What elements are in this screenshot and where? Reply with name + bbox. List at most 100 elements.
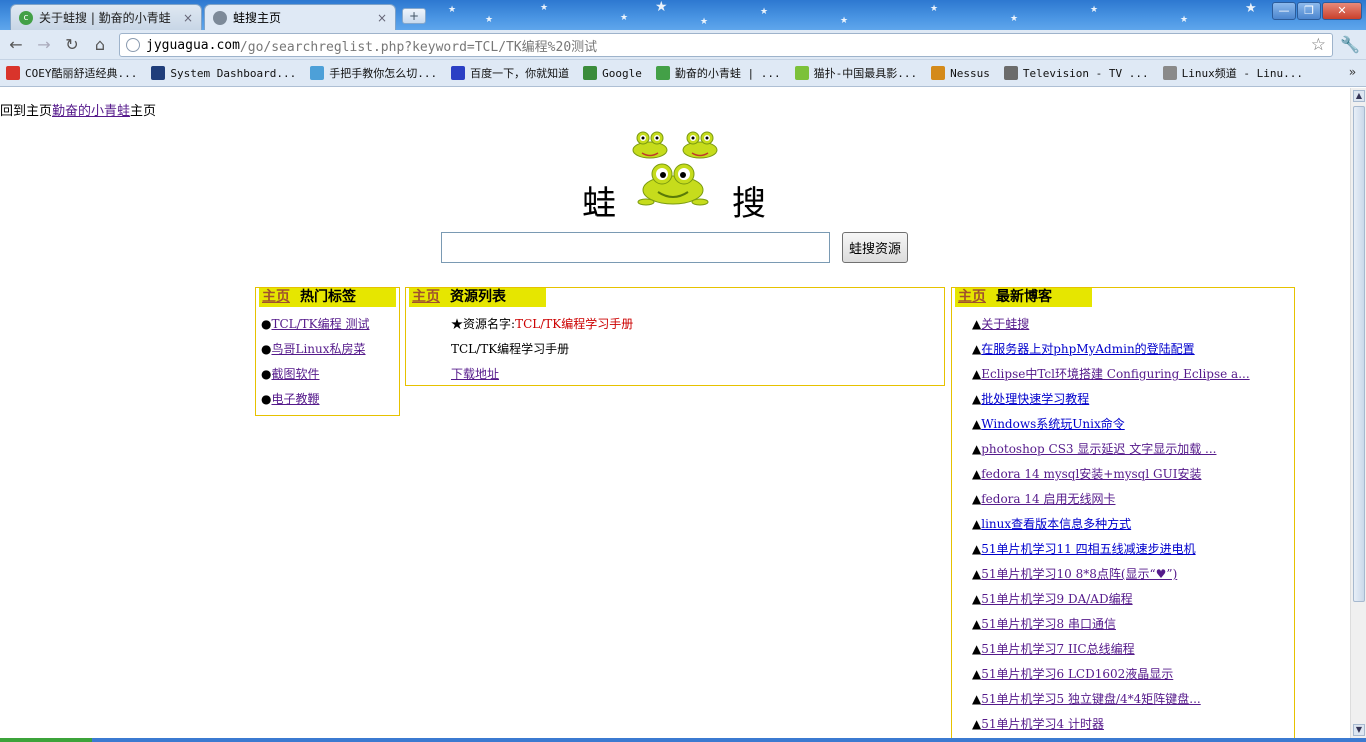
list-item: ▲关于蛙搜: [972, 315, 1029, 332]
forward-button[interactable]: →: [33, 35, 55, 55]
blog-post-link[interactable]: 51单片机学习10 8*8点阵(显示“♥”): [981, 567, 1177, 581]
panel-home-link[interactable]: 主页: [958, 289, 986, 305]
list-item: ▲在服务器上对phpMyAdmin的登陆配置: [972, 340, 1195, 357]
panel-header: 主页 最新博客: [955, 288, 1092, 307]
minimize-button[interactable]: —: [1272, 2, 1296, 20]
home-button[interactable]: ⌂: [89, 35, 111, 55]
search-button[interactable]: 蛙搜资源: [842, 232, 908, 263]
decor-star: ★: [1090, 5, 1099, 15]
decor-star: ★: [930, 4, 939, 14]
hot-tag-link[interactable]: TCL/TK编程 测试: [271, 317, 369, 331]
frog-favicon-icon: c: [19, 10, 33, 25]
blog-post-link[interactable]: 51单片机学习6 LCD1602液晶显示: [981, 667, 1173, 681]
bookmark-item[interactable]: 手把手教你怎么切...: [310, 65, 437, 81]
resource-name-label: 资源名字:: [463, 317, 516, 331]
decor-star: ★: [448, 5, 457, 15]
hot-tag-link[interactable]: 电子教鞭: [271, 392, 319, 406]
bookmarks-overflow-button[interactable]: »: [1349, 65, 1356, 79]
restore-button[interactable]: ❐: [1297, 2, 1321, 20]
triangle-bullet-icon: ▲: [972, 642, 982, 656]
bookmark-item[interactable]: 百度一下，你就知道: [451, 65, 569, 81]
decor-star: ★: [620, 13, 629, 23]
triangle-bullet-icon: ▲: [972, 692, 982, 706]
bookmark-favicon-icon: [655, 66, 670, 80]
list-item: ▲批处理快速学习教程: [972, 390, 1089, 407]
list-item: ▲51单片机学习9 DA/AD编程: [972, 590, 1133, 607]
bookmark-favicon-icon: [583, 66, 598, 80]
bookmark-item[interactable]: Television - TV ...: [1003, 66, 1149, 80]
blog-post-link[interactable]: fedora 14 启用无线网卡: [981, 492, 1115, 506]
resource-name-value: TCL/TK编程学习手册: [515, 317, 634, 331]
decor-star: ★: [840, 16, 849, 26]
scroll-down-icon[interactable]: ▼: [1353, 724, 1365, 736]
triangle-bullet-icon: ▲: [972, 317, 982, 331]
blog-post-link[interactable]: 在服务器上对phpMyAdmin的登陆配置: [981, 342, 1194, 356]
blog-post-link[interactable]: Eclipse中Tcl环境搭建 Configuring Eclipse a...: [981, 367, 1249, 381]
scroll-up-icon[interactable]: ▲: [1353, 90, 1365, 102]
resource-description: TCL/TK编程学习手册: [451, 342, 570, 356]
bookmark-item[interactable]: COEY酷丽舒适经典...: [6, 65, 137, 81]
bullet-icon: ●: [261, 367, 272, 381]
bookmark-item[interactable]: 勤奋的小青蛙 | ...: [655, 65, 781, 81]
blog-post-link[interactable]: 51单片机学习11 四相五线减速步进电机: [981, 542, 1195, 556]
browser-toolbar: ← → ↻ ⌂ jyguagua.com /go/searchreglist.p…: [0, 30, 1366, 60]
blog-post-link[interactable]: 关于蛙搜: [981, 317, 1029, 331]
bullet-icon: ●: [261, 392, 272, 406]
close-window-button[interactable]: ✕: [1322, 2, 1362, 20]
list-item: ▲51单片机学习4 计时器: [972, 715, 1104, 732]
blog-post-link[interactable]: 批处理快速学习教程: [981, 392, 1089, 406]
tab-wasou-home[interactable]: 蛙搜主页 ×: [204, 4, 396, 30]
blog-home-link[interactable]: 勤奋的小青蛙: [52, 104, 130, 119]
vertical-scrollbar[interactable]: ▲ ▼: [1350, 88, 1366, 742]
wasou-logo: 蛙 搜: [580, 128, 780, 224]
hot-tag-link[interactable]: 截图软件: [271, 367, 319, 381]
triangle-bullet-icon: ▲: [972, 667, 982, 681]
bookmark-item[interactable]: 猫扑-中国最具影...: [794, 65, 918, 81]
download-link[interactable]: 下载地址: [451, 367, 499, 381]
tab-about-wasou[interactable]: c 关于蛙搜 | 勤奋的小青蛙 ×: [10, 4, 202, 30]
blog-post-link[interactable]: Windows系统玩Unix命令: [981, 417, 1124, 431]
bookmark-item[interactable]: System Dashboard...: [151, 66, 296, 80]
blog-post-link[interactable]: 51单片机学习7 IIC总线编程: [981, 642, 1134, 656]
wrench-menu-icon[interactable]: 🔧: [1340, 35, 1360, 54]
blog-post-link[interactable]: 51单片机学习4 计时器: [981, 717, 1104, 731]
bookmark-item[interactable]: Google: [583, 66, 642, 80]
blog-post-link[interactable]: fedora 14 mysql安装+mysql GUI安装: [981, 467, 1201, 481]
resource-download-row: 下载地址: [451, 365, 499, 382]
blog-post-link[interactable]: 51单片机学习8 串口通信: [981, 617, 1116, 631]
bookmark-item[interactable]: Linux频道 - Linu...: [1162, 65, 1304, 81]
hot-tag-link[interactable]: 鸟哥Linux私房菜: [271, 342, 365, 356]
bookmark-label: 百度一下，你就知道: [470, 67, 570, 80]
list-item: ●TCL/TK编程 测试: [261, 315, 369, 332]
tab-title: 蛙搜主页: [233, 11, 282, 25]
panel-header: 主页 资源列表: [409, 288, 546, 307]
new-tab-button[interactable]: +: [402, 8, 426, 24]
triangle-bullet-icon: ▲: [972, 417, 982, 431]
bookmark-star-icon[interactable]: ☆: [1311, 35, 1326, 55]
close-icon[interactable]: ×: [183, 11, 193, 25]
resource-desc-row: TCL/TK编程学习手册: [451, 340, 569, 357]
address-bar[interactable]: jyguagua.com /go/searchreglist.php?keywo…: [119, 33, 1333, 57]
triangle-bullet-icon: ▲: [972, 392, 982, 406]
list-item: ▲photoshop CS3 显示延迟 文字显示加载 ...: [972, 440, 1216, 457]
bookmark-favicon-icon: [6, 66, 20, 80]
panel-home-link[interactable]: 主页: [262, 289, 290, 305]
bookmark-label: Linux频道 - Linu...: [1181, 67, 1304, 80]
triangle-bullet-icon: ▲: [972, 517, 982, 531]
bookmark-item[interactable]: Nessus: [931, 66, 990, 80]
blog-post-link[interactable]: 51单片机学习5 独立键盘/4*4矩阵键盘...: [981, 692, 1200, 706]
scrollbar-thumb[interactable]: [1353, 106, 1365, 602]
back-button[interactable]: ←: [5, 35, 27, 55]
bookmark-favicon-icon: [310, 66, 325, 80]
reload-button[interactable]: ↻: [61, 35, 83, 55]
blog-post-link[interactable]: photoshop CS3 显示延迟 文字显示加载 ...: [981, 442, 1216, 456]
search-input[interactable]: [441, 232, 830, 263]
bookmark-favicon-icon: [1003, 66, 1018, 80]
triangle-bullet-icon: ▲: [972, 442, 982, 456]
close-icon[interactable]: ×: [377, 11, 387, 25]
panel-home-link[interactable]: 主页: [412, 289, 440, 305]
blog-post-link[interactable]: linux查看版本信息多种方式: [981, 517, 1131, 531]
blog-post-link[interactable]: 51单片机学习9 DA/AD编程: [981, 592, 1132, 606]
bookmark-label: 猫扑-中国最具影...: [813, 67, 918, 80]
panel-title: 资源列表: [450, 289, 506, 305]
